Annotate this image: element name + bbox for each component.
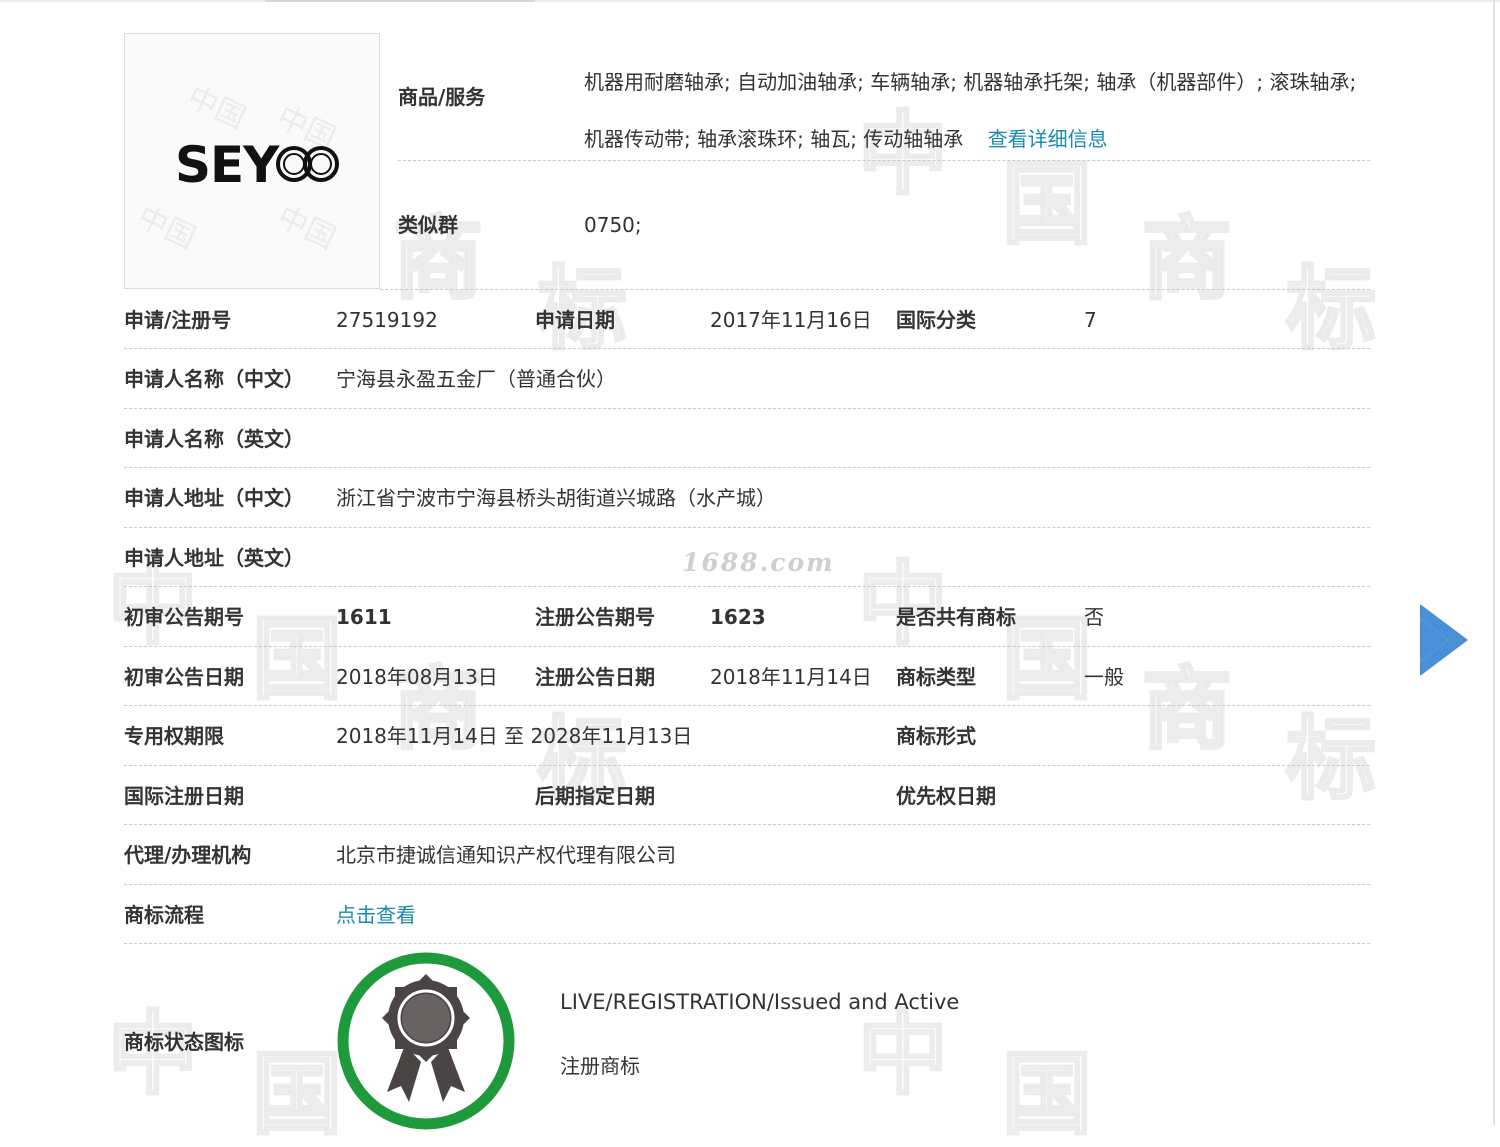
reg-pub-no-value: 1623 <box>710 605 766 629</box>
trademark-logo-image: 中国 中国 中国 中国 SEY <box>132 80 341 257</box>
apply-date-value: 2017年11月16日 <box>710 308 872 332</box>
status-icon-label: 商标状态图标 <box>124 1030 244 1054</box>
applicant-cn-label: 申请人名称（中文） <box>124 367 304 391</box>
status-cn: 注册商标 <box>560 1054 640 1078</box>
site-watermark: 1688.com <box>682 548 835 577</box>
trademark-logo: 中国 中国 中国 中国 SEY <box>124 33 380 289</box>
goods-label: 商品/服务 <box>398 85 486 109</box>
divider <box>124 765 1370 766</box>
divider <box>124 943 1370 944</box>
goods-text: 机器用耐磨轴承; 自动加油轴承; 车辆轴承; 机器轴承托架; 轴承（机器部件）;… <box>584 70 1357 151</box>
exclusive-value: 2018年11月14日 至 2028年11月13日 <box>336 724 693 748</box>
intl-class-label: 国际分类 <box>896 308 976 332</box>
shared-label: 是否共有商标 <box>896 605 1016 629</box>
reg-pub-date-value: 2018年11月14日 <box>710 665 872 689</box>
svg-text:中国: 中国 <box>132 200 201 257</box>
agent-value: 北京市捷诚信通知识产权代理有限公司 <box>336 843 676 867</box>
goods-list: 机器用耐磨轴承; 自动加油轴承; 车辆轴承; 机器轴承托架; 轴承（机器部件）;… <box>584 54 1374 168</box>
watermark-char: 商 <box>1141 657 1234 762</box>
reg-no-value: 27519192 <box>336 308 438 332</box>
similar-group-value: 0750; <box>584 213 642 237</box>
tm-type-value: 一般 <box>1084 665 1124 689</box>
reg-no-label: 申请/注册号 <box>124 308 232 332</box>
watermark-char: 中 <box>857 1002 950 1107</box>
divider <box>124 467 1370 468</box>
award-rosette-icon <box>337 952 515 1130</box>
divider <box>124 527 1370 528</box>
tm-type-label: 商标类型 <box>896 665 976 689</box>
divider <box>124 586 1370 587</box>
divider <box>124 348 1370 349</box>
divider <box>398 160 1370 161</box>
prelim-date-label: 初审公告日期 <box>124 665 244 689</box>
agent-label: 代理/办理机构 <box>124 843 252 867</box>
divider <box>124 705 1370 706</box>
prelim-date-value: 2018年08月13日 <box>336 665 498 689</box>
svg-text:中国: 中国 <box>182 80 251 137</box>
svg-text:SEY: SEY <box>175 136 280 194</box>
divider <box>124 408 1370 409</box>
divider <box>380 289 1370 290</box>
divider <box>124 824 1370 825</box>
next-arrow-icon[interactable] <box>1416 600 1470 680</box>
right-border <box>1493 0 1495 1125</box>
watermark-char: 标 <box>1285 257 1378 362</box>
watermark-char: 中 <box>107 1002 200 1107</box>
watermark-char: 国 <box>251 607 344 712</box>
tm-form-label: 商标形式 <box>896 724 976 748</box>
process-label: 商标流程 <box>124 903 204 927</box>
reg-pub-no-label: 注册公告期号 <box>535 605 655 629</box>
watermark-char: 国 <box>1001 1042 1094 1147</box>
watermark-char: 商 <box>1141 207 1234 312</box>
applicant-cn-value: 宁海县永盈五金厂（普通合伙） <box>336 367 616 391</box>
intl-reg-date-label: 国际注册日期 <box>124 784 244 808</box>
status-en: LIVE/REGISTRATION/Issued and Active <box>560 990 960 1014</box>
reg-pub-date-label: 注册公告日期 <box>535 665 655 689</box>
watermark-char: 标 <box>1285 707 1378 812</box>
svg-text:中国: 中国 <box>272 100 341 157</box>
top-border <box>0 0 1500 2</box>
address-cn-label: 申请人地址（中文） <box>124 486 304 510</box>
address-en-label: 申请人地址（英文） <box>124 546 304 570</box>
later-date-label: 后期指定日期 <box>535 784 655 808</box>
apply-date-label: 申请日期 <box>535 308 615 332</box>
watermark-char: 国 <box>251 1042 344 1147</box>
top-tab-indicator <box>265 0 535 2</box>
prelim-no-label: 初审公告期号 <box>124 605 244 629</box>
intl-class-value: 7 <box>1084 308 1097 332</box>
prelim-no-value: 1611 <box>336 605 392 629</box>
goods-detail-link[interactable]: 查看详细信息 <box>988 127 1108 151</box>
process-link[interactable]: 点击查看 <box>336 903 416 927</box>
svg-text:中国: 中国 <box>272 200 341 257</box>
exclusive-label: 专用权期限 <box>124 724 224 748</box>
similar-group-label: 类似群 <box>398 213 458 237</box>
divider <box>124 646 1370 647</box>
address-cn-value: 浙江省宁波市宁海县桥头胡街道兴城路（水产城） <box>336 486 776 510</box>
divider <box>124 884 1370 885</box>
shared-value: 否 <box>1084 605 1104 629</box>
applicant-en-label: 申请人名称（英文） <box>124 427 304 451</box>
watermark-char: 国 <box>1001 152 1094 257</box>
priority-date-label: 优先权日期 <box>896 784 996 808</box>
